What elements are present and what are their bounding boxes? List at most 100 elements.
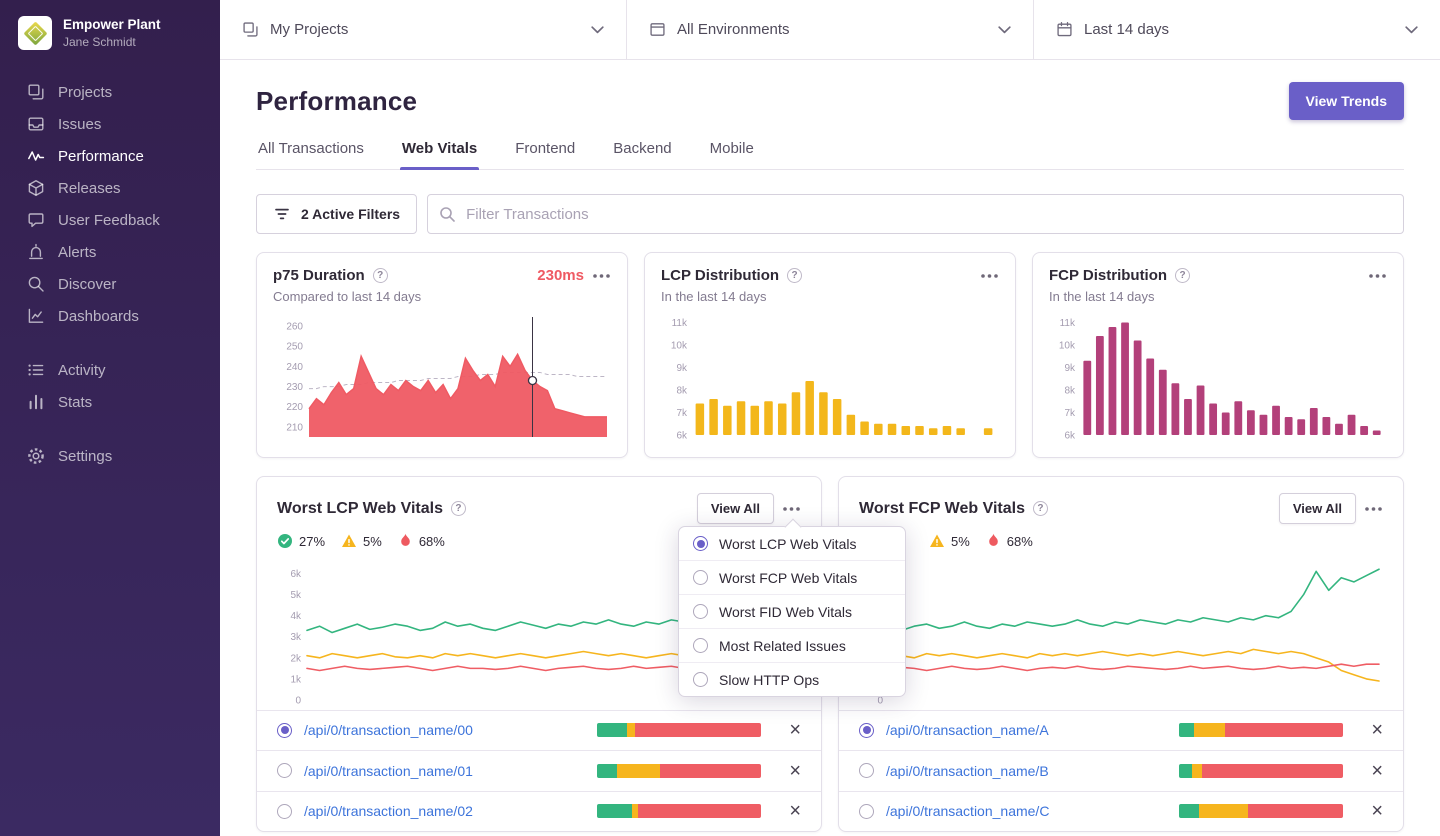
transaction-link[interactable]: /api/0/transaction_name/B: [886, 763, 1049, 779]
sidebar-item-activity[interactable]: Activity: [0, 354, 220, 386]
svg-text:0: 0: [295, 696, 301, 707]
transaction-link[interactable]: /api/0/transaction_name/01: [304, 763, 473, 779]
sidebar-item-projects[interactable]: Projects: [0, 76, 220, 108]
projects-filter-icon: [242, 21, 259, 38]
svg-text:8k: 8k: [1064, 386, 1076, 397]
svg-text:8k: 8k: [676, 386, 688, 397]
transaction-link[interactable]: /api/0/transaction_name/C: [886, 803, 1049, 819]
meh-stat: 5%: [929, 533, 970, 549]
transaction-row: /api/0/transaction_name/01: [257, 750, 821, 791]
tab-web-vitals[interactable]: Web Vitals: [400, 140, 479, 169]
poor-stat: 68%: [398, 533, 445, 549]
p75-duration-card: p75 Duration 230ms Compared to last 14 d…: [256, 252, 628, 458]
transaction-link[interactable]: /api/0/transaction_name/02: [304, 803, 473, 819]
flame-icon: [986, 533, 1001, 549]
card-title: Worst FCP Web Vitals: [859, 500, 1025, 518]
view-all-button[interactable]: View All: [1279, 493, 1356, 524]
transaction-radio[interactable]: [859, 723, 874, 738]
good-percent: 27%: [299, 534, 325, 549]
more-options-icon[interactable]: [592, 271, 611, 281]
sidebar-item-releases[interactable]: Releases: [0, 172, 220, 204]
tab-all-transactions[interactable]: All Transactions: [256, 140, 366, 169]
active-filters-button[interactable]: 2 Active Filters: [256, 194, 417, 234]
sidebar-item-stats[interactable]: Stats: [0, 386, 220, 418]
sidebar-item-user-feedback[interactable]: User Feedback: [0, 204, 220, 236]
transaction-radio[interactable]: [277, 804, 292, 819]
menu-radio[interactable]: [693, 604, 708, 619]
svg-text:9k: 9k: [676, 363, 688, 374]
transaction-row: /api/0/transaction_name/C: [839, 791, 1403, 832]
transaction-radio[interactable]: [277, 763, 292, 778]
search-input[interactable]: [427, 194, 1404, 234]
org-switcher[interactable]: Empower Plant Jane Schmidt: [0, 0, 220, 66]
svg-text:4k: 4k: [290, 611, 302, 622]
close-icon[interactable]: [789, 720, 801, 740]
tab-backend[interactable]: Backend: [611, 140, 673, 169]
alerts-icon: [27, 243, 45, 261]
svg-text:250: 250: [286, 342, 303, 353]
menu-radio[interactable]: [693, 672, 708, 687]
tab-bar: All Transactions Web Vitals Frontend Bac…: [256, 140, 1404, 170]
date-range-dropdown[interactable]: Last 14 days: [1033, 0, 1440, 59]
menu-item-worst-fcp-web-vitals[interactable]: Worst FCP Web Vitals: [679, 560, 905, 594]
close-icon[interactable]: [1371, 761, 1383, 781]
transaction-radio[interactable]: [277, 723, 292, 738]
close-icon[interactable]: [789, 761, 801, 781]
view-all-button[interactable]: View All: [697, 493, 774, 524]
close-icon[interactable]: [1371, 801, 1383, 821]
menu-item-most-related-issues[interactable]: Most Related Issues: [679, 628, 905, 662]
sidebar-item-label: Issues: [58, 116, 101, 133]
menu-radio[interactable]: [693, 638, 708, 653]
svg-text:0: 0: [877, 696, 883, 707]
org-name: Empower Plant: [63, 17, 161, 33]
sidebar-nav-primary: Projects Issues Performance Releases Use…: [0, 76, 220, 332]
more-options-icon[interactable]: [1368, 271, 1387, 281]
transaction-link[interactable]: /api/0/transaction_name/A: [886, 722, 1049, 738]
tab-mobile[interactable]: Mobile: [708, 140, 756, 169]
environments-icon: [649, 21, 666, 38]
filter-icon: [273, 205, 291, 223]
environment-filter-value: All Environments: [677, 21, 790, 38]
help-icon[interactable]: [787, 268, 802, 283]
help-icon[interactable]: [451, 501, 466, 516]
help-icon[interactable]: [1033, 501, 1048, 516]
view-trends-button[interactable]: View Trends: [1289, 82, 1404, 120]
close-icon[interactable]: [789, 801, 801, 821]
close-icon[interactable]: [1371, 720, 1383, 740]
sidebar-item-label: Releases: [58, 180, 121, 197]
more-options-icon[interactable]: [1364, 504, 1383, 514]
sidebar-item-dashboards[interactable]: Dashboards: [0, 300, 220, 332]
svg-text:10k: 10k: [671, 341, 688, 352]
svg-text:11k: 11k: [1060, 318, 1076, 329]
sidebar-item-alerts[interactable]: Alerts: [0, 236, 220, 268]
menu-radio[interactable]: [693, 536, 708, 551]
more-options-icon[interactable]: [980, 271, 999, 281]
sidebar-item-issues[interactable]: Issues: [0, 108, 220, 140]
stats-icon: [27, 393, 45, 411]
sidebar-item-label: Dashboards: [58, 308, 139, 325]
chevron-down-icon: [1405, 26, 1418, 34]
project-filter-dropdown[interactable]: My Projects: [220, 0, 626, 59]
vitals-breakdown-bar: [1179, 804, 1343, 818]
menu-item-slow-http-ops[interactable]: Slow HTTP Ops: [679, 662, 905, 696]
menu-item-label: Worst FCP Web Vitals: [719, 570, 857, 586]
sidebar-item-discover[interactable]: Discover: [0, 268, 220, 300]
more-options-icon[interactable]: [782, 504, 801, 514]
sidebar-item-settings[interactable]: Settings: [0, 440, 220, 472]
card-title: Worst LCP Web Vitals: [277, 500, 443, 518]
menu-item-worst-lcp-web-vitals[interactable]: Worst LCP Web Vitals: [679, 527, 905, 560]
transaction-radio[interactable]: [859, 804, 874, 819]
help-icon[interactable]: [373, 268, 388, 283]
transaction-link[interactable]: /api/0/transaction_name/00: [304, 722, 473, 738]
menu-item-worst-fid-web-vitals[interactable]: Worst FID Web Vitals: [679, 594, 905, 628]
menu-radio[interactable]: [693, 570, 708, 585]
warning-triangle-icon: [929, 533, 945, 549]
org-logo-diamond-icon: [23, 21, 47, 45]
settings-icon: [27, 447, 45, 465]
environment-filter-dropdown[interactable]: All Environments: [626, 0, 1033, 59]
tab-frontend[interactable]: Frontend: [513, 140, 577, 169]
sidebar-item-performance[interactable]: Performance: [0, 140, 220, 172]
transaction-radio[interactable]: [859, 763, 874, 778]
discover-icon: [27, 275, 45, 293]
help-icon[interactable]: [1175, 268, 1190, 283]
